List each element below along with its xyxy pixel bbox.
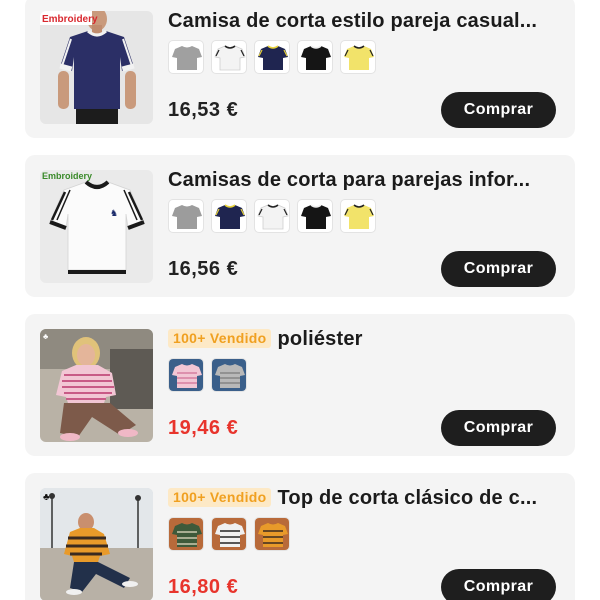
product-image[interactable]: Embroidery (40, 11, 153, 124)
navy-tshirt-swatch[interactable] (254, 40, 290, 74)
buy-button[interactable]: Comprar (441, 410, 556, 446)
brown-striped-tshirt-swatch[interactable] (254, 517, 290, 551)
black-tshirt-swatch[interactable] (297, 199, 333, 233)
gray-tshirt-swatch[interactable] (168, 199, 204, 233)
svg-text:♣: ♣ (43, 492, 50, 503)
product-card[interactable]: ♣ 100+ Vendido poliéster 19,46 € Comprar (25, 314, 575, 456)
buy-button[interactable]: Comprar (441, 92, 556, 128)
product-image[interactable]: ♞ Embroidery (40, 170, 153, 283)
product-title-row[interactable]: 100+ Vendido poliéster (168, 325, 563, 353)
product-price: 16,80 € (168, 576, 239, 598)
product-title[interactable]: poliéster (277, 328, 362, 350)
product-title-row[interactable]: 100+ Vendido Top de corta clásico de c... (168, 484, 563, 512)
product-price: 19,46 € (168, 417, 239, 439)
product-image[interactable]: ♣ (40, 329, 153, 442)
sold-count-badge: 100+ Vendido (168, 329, 272, 348)
gray-striped-tshirt-swatch[interactable] (211, 358, 247, 392)
product-image[interactable]: ♣ (40, 488, 153, 600)
white-striped-tshirt-swatch[interactable] (211, 517, 247, 551)
green-striped-tshirt-swatch[interactable] (168, 517, 204, 551)
product-card[interactable]: Embroidery Camisa de corta estilo pareja… (25, 0, 575, 138)
gray-tshirt-swatch[interactable] (168, 40, 204, 74)
product-title[interactable]: Camisas de corta para parejas infor... (168, 166, 563, 194)
product-price: 16,53 € (168, 99, 239, 121)
buy-button[interactable]: Comprar (441, 251, 556, 287)
white-tshirt-swatch[interactable] (254, 199, 290, 233)
product-title[interactable]: Camisa de corta estilo pareja casual... (168, 7, 563, 35)
white-tshirt-swatch[interactable] (211, 40, 247, 74)
svg-text:♞: ♞ (110, 208, 118, 218)
sold-count-badge: 100+ Vendido (168, 488, 272, 507)
product-title[interactable]: Top de corta clásico de c... (277, 487, 537, 509)
embroidery-label: Embroidery (42, 171, 92, 181)
embroidery-label: Embroidery (42, 14, 98, 25)
navy-tshirt-swatch[interactable] (211, 199, 247, 233)
product-card[interactable]: ♣ 100+ Vendido Top de corta clásico de c.… (25, 473, 575, 600)
black-tshirt-swatch[interactable] (297, 40, 333, 74)
product-card[interactable]: ♞ Embroidery Camisas de corta para parej… (25, 155, 575, 297)
product-price: 16,56 € (168, 258, 239, 280)
yellow-tshirt-swatch[interactable] (340, 199, 376, 233)
yellow-tshirt-swatch[interactable] (340, 40, 376, 74)
pink-striped-tshirt-swatch[interactable] (168, 358, 204, 392)
svg-text:♣: ♣ (43, 332, 49, 341)
buy-button[interactable]: Comprar (441, 569, 556, 600)
